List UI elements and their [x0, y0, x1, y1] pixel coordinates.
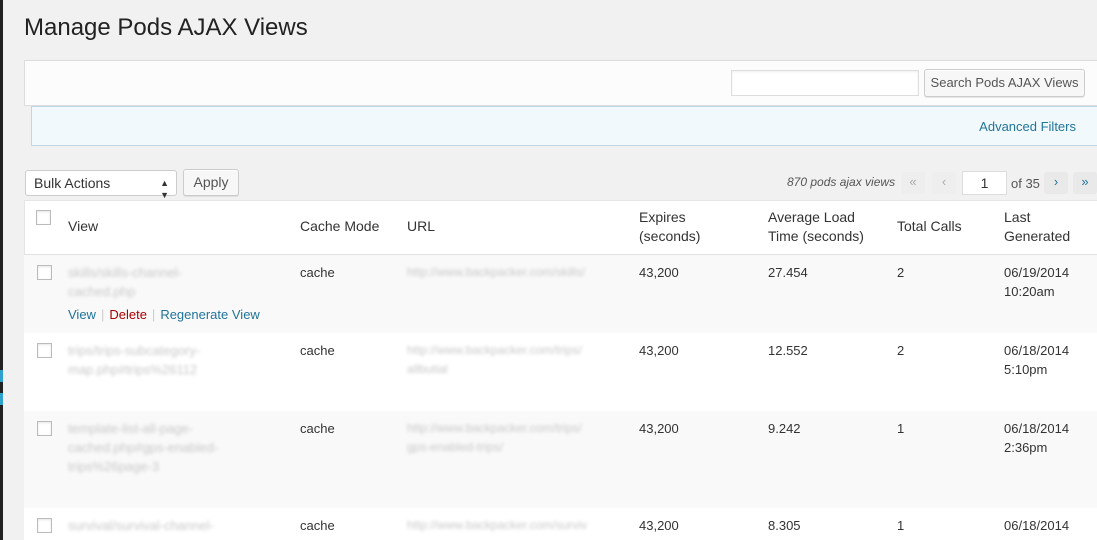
total-pages: of 35: [1011, 176, 1040, 191]
column-average-load-time[interactable]: Average Load Time (seconds): [768, 208, 864, 246]
column-total-calls[interactable]: Total Calls: [897, 217, 962, 236]
delete-link[interactable]: Delete: [109, 307, 147, 322]
first-page-button[interactable]: «: [901, 172, 925, 194]
advanced-filters-link[interactable]: Advanced Filters: [979, 119, 1076, 134]
last-generated: 06/18/2014 5:10pm: [1004, 343, 1070, 377]
select-arrows-icon: ▲ ▼: [160, 178, 169, 200]
bulk-actions-label: Bulk Actions: [34, 175, 111, 191]
view-name[interactable]: survival/survival-channel-: [68, 516, 214, 535]
search-button[interactable]: Search Pods AJAX Views: [924, 69, 1085, 97]
search-input[interactable]: [731, 70, 919, 96]
prev-page-button[interactable]: ‹: [932, 172, 956, 194]
row-checkbox[interactable]: [37, 421, 52, 436]
total-calls: 2: [897, 343, 905, 358]
current-page-input[interactable]: 1: [962, 171, 1007, 195]
apply-button[interactable]: Apply: [183, 169, 239, 196]
regenerate-view-link[interactable]: Regenerate View: [160, 307, 260, 322]
average-load-time: 27.454: [768, 265, 808, 280]
cache-mode: cache: [300, 265, 335, 280]
view-name[interactable]: trips/trips-subcategory-map.php#trips%26…: [68, 341, 200, 379]
view-name[interactable]: template-list-all-page-cached.php#gps-en…: [68, 419, 218, 476]
next-page-button[interactable]: ›: [1044, 172, 1068, 194]
last-generated: 06/19/2014 10:20am: [1004, 265, 1070, 299]
advanced-filters-bar: Advanced Filters: [31, 106, 1097, 146]
expires: 43,200: [639, 421, 679, 436]
column-cache-mode[interactable]: Cache Mode: [300, 217, 379, 236]
total-calls: 1: [897, 518, 905, 533]
view-link[interactable]: View: [68, 307, 96, 322]
cache-mode: cache: [300, 518, 335, 533]
last-generated: 06/18/2014 2:36pm: [1004, 421, 1070, 455]
last-page-button[interactable]: »: [1073, 172, 1097, 194]
total-calls: 2: [897, 265, 905, 280]
row-checkbox[interactable]: [37, 265, 52, 280]
cache-mode: cache: [300, 421, 335, 436]
row-checkbox[interactable]: [37, 343, 52, 358]
column-last-generated[interactable]: Last Generated: [1004, 208, 1070, 246]
column-view[interactable]: View: [68, 217, 98, 236]
column-url[interactable]: URL: [407, 217, 435, 236]
url: http://www.backpacker.com/surviv: [407, 518, 588, 532]
total-calls: 1: [897, 421, 905, 436]
expires: 43,200: [639, 265, 679, 280]
bulk-actions-select[interactable]: Bulk Actions ▲ ▼: [25, 170, 177, 200]
expires: 43,200: [639, 518, 679, 533]
page-title: Manage Pods AJAX Views: [24, 14, 308, 41]
row-checkbox[interactable]: [37, 518, 52, 533]
last-generated: 06/18/2014: [1004, 518, 1070, 533]
view-name[interactable]: skills/skills-channel-cached.php: [68, 263, 182, 301]
select-all-checkbox[interactable]: [36, 210, 51, 225]
cache-mode: cache: [300, 343, 335, 358]
url: http://www.backpacker.com/trips/gps-enab…: [407, 421, 582, 454]
expires: 43,200: [639, 343, 679, 358]
admin-sidebar-edge: [0, 0, 3, 540]
sidebar-marker: [0, 370, 3, 382]
url: http://www.backpacker.com/skills/: [407, 265, 586, 279]
column-expires[interactable]: Expires (seconds): [639, 208, 700, 246]
average-load-time: 12.552: [768, 343, 808, 358]
average-load-time: 9.242: [768, 421, 801, 436]
sidebar-marker: [0, 393, 3, 405]
average-load-time: 8.305: [768, 518, 801, 533]
url: http://www.backpacker.com/trips/allbutia…: [407, 343, 582, 376]
items-count: 870 pods ajax views: [787, 175, 896, 189]
row-actions: View | Delete | Regenerate View: [68, 307, 260, 322]
